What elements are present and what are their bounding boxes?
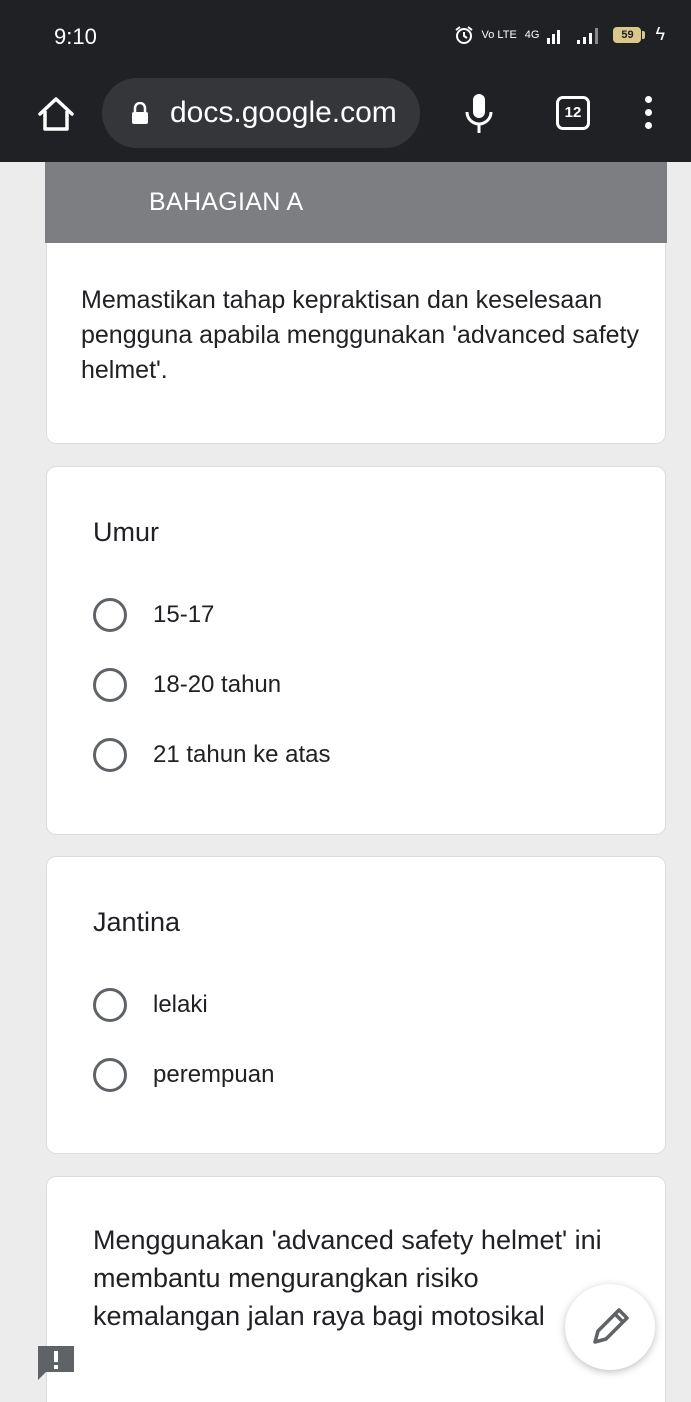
menu-dot [644,96,652,103]
screen: 9:10 Vo LTE 4G 59 ϟ docs.google.com 12 B… [0,0,691,1402]
option-label: 18-20 tahun [153,671,282,698]
radio-option[interactable]: 21 tahun ke atas [93,735,330,775]
edit-fab-button[interactable] [565,1284,655,1370]
tab-switcher-button[interactable]: 12 [556,96,590,130]
radio-option[interactable]: lelaki [93,985,208,1025]
volte-indicator: Vo LTE [481,28,517,41]
menu-dot [644,109,652,116]
radio-button[interactable] [93,598,127,632]
radio-button[interactable] [93,668,127,702]
radio-button[interactable] [93,738,127,772]
charging-icon: ϟ [655,24,665,44]
browser-chrome: 9:10 Vo LTE 4G 59 ϟ docs.google.com 12 [0,0,691,162]
section-description: Memastikan tahap kepraktisan dan keseles… [81,286,639,384]
feedback-icon[interactable] [36,1344,76,1382]
radio-option[interactable]: perempuan [93,1055,274,1095]
battery-tip [642,30,646,39]
network-4g-indicator: 4G [524,28,540,41]
question-card-jantina: Jantina lelaki perempuan [46,856,666,1154]
url-text[interactable]: docs.google.com [170,96,397,130]
question-card-umur: Umur 15-17 18-20 tahun 21 tahun ke atas [46,466,666,835]
radio-option[interactable]: 15-17 [93,595,214,635]
question-title: Menggunakan 'advanced safety helmet' ini… [93,1225,602,1331]
option-label: 21 tahun ke atas [153,741,331,768]
home-icon[interactable] [34,92,78,136]
radio-button[interactable] [93,988,127,1022]
alarm-icon [454,25,473,44]
lock-icon [132,102,148,124]
form-content: BAHAGIAN A Memastikan tahap kepraktisan … [0,162,691,1402]
option-label: lelaki [153,991,208,1018]
pencil-icon [593,1308,629,1344]
radio-option[interactable]: 18-20 tahun [93,665,281,705]
section-header: BAHAGIAN A [45,162,667,243]
signal-icon [547,29,561,44]
radio-button[interactable] [93,1058,127,1092]
question-title: Jantina [93,907,181,937]
option-label: 15-17 [153,601,215,628]
menu-dot [644,122,652,129]
battery-level: 59 [613,26,642,43]
signal-icon-2 [577,27,599,44]
section-description-card: Memastikan tahap kepraktisan dan keseles… [46,243,666,444]
more-vert-icon[interactable] [640,96,656,136]
status-time: 9:10 [54,24,97,49]
url-bar[interactable]: docs.google.com [102,78,420,148]
question-title: Umur [93,517,159,547]
status-icons: Vo LTE 4G 59 ϟ [454,24,665,45]
section-title: BAHAGIAN A [149,188,304,216]
microphone-icon[interactable] [462,92,496,136]
option-label: perempuan [153,1061,275,1088]
battery-indicator: 59 [613,26,646,43]
